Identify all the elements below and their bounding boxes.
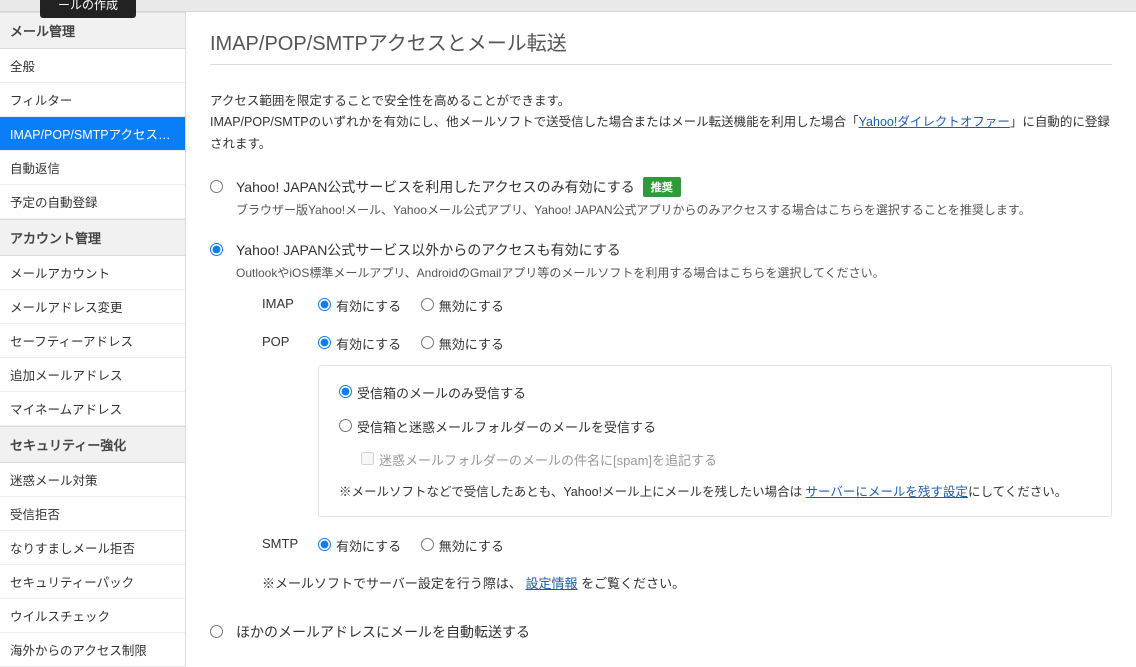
sidebar: メール管理 全般 フィルター IMAP/POP/SMTPアクセス… 自動返信 予…: [0, 12, 185, 667]
option-official-only: Yahoo! JAPAN公式サービスを利用したアクセスのみ有効にする 推奨 ブラ…: [210, 177, 1112, 218]
intro-line2: IMAP/POP/SMTPのいずれかを有効にし、他メールソフトで送受信した場合ま…: [210, 112, 1112, 155]
nav-mail-account[interactable]: メールアカウント: [0, 256, 185, 290]
option-external-allowed: Yahoo! JAPAN公式サービス以外からのアクセスも有効にする Outloo…: [210, 240, 1112, 592]
section-security: セキュリティー強化: [0, 426, 185, 463]
nav-filter[interactable]: フィルター: [0, 83, 185, 117]
nav-block[interactable]: 受信拒否: [0, 497, 185, 531]
nav-myname-address[interactable]: マイネームアドレス: [0, 392, 185, 426]
radio-forward[interactable]: [210, 625, 223, 638]
nav-autoreply[interactable]: 自動返信: [0, 151, 185, 185]
pop-disable[interactable]: 無効にする: [421, 337, 504, 352]
nav-security-pack[interactable]: セキュリティーパック: [0, 565, 185, 599]
label-imap: IMAP: [262, 295, 318, 311]
recommended-badge: 推奨: [643, 177, 681, 197]
opt1-title: Yahoo! JAPAN公式サービスを利用したアクセスのみ有効にする: [236, 177, 635, 197]
top-bar: [0, 0, 1136, 12]
pop-spam-tag[interactable]: 迷惑メールフォルダーのメールの件名に[spam]を追記する: [361, 453, 717, 468]
page-title: IMAP/POP/SMTPアクセスとメール転送: [210, 27, 1112, 65]
server-settings-note: ※メールソフトでサーバー設定を行う際は、 設定情報 をご覧ください。: [262, 573, 1112, 592]
imap-enable[interactable]: 有効にする: [318, 299, 401, 314]
radio-external-allowed[interactable]: [210, 243, 223, 256]
intro-text: アクセス範囲を限定することで安全性を高めることができます。 IMAP/POP/S…: [210, 91, 1112, 155]
smtp-enable[interactable]: 有効にする: [318, 539, 401, 554]
pop-inbox-only[interactable]: 受信箱のメールのみ受信する: [339, 386, 526, 401]
pop-options-box: 受信箱のメールのみ受信する 受信箱と迷惑メールフォルダーのメールを受信する 迷惑…: [318, 365, 1112, 517]
opt2-title: Yahoo! JAPAN公式サービス以外からのアクセスも有効にする: [236, 240, 621, 260]
nav-overseas-block[interactable]: 海外からのアクセス制限: [0, 633, 185, 667]
row-imap: IMAP 有効にする 無効にする: [262, 295, 1112, 315]
pop-note: ※メールソフトなどで受信したあとも、Yahoo!メール上にメールを残したい場合は…: [339, 481, 1091, 500]
main-content: IMAP/POP/SMTPアクセスとメール転送 アクセス範囲を限定することで安全…: [185, 12, 1136, 667]
row-smtp: SMTP 有効にする 無効にする: [262, 535, 1112, 555]
row-pop: POP 有効にする 無効にする 受信箱のメールのみ受信する 受信箱と迷惑メールフ…: [262, 333, 1112, 517]
opt3-title: ほかのメールアドレスにメールを自動転送する: [236, 622, 530, 642]
direct-offer-link[interactable]: Yahoo!ダイレクトオファー: [859, 115, 1010, 129]
opt2-desc: OutlookやiOS標準メールアプリ、AndroidのGmailアプリ等のメー…: [236, 264, 1112, 281]
nav-autoschedule[interactable]: 予定の自動登録: [0, 185, 185, 219]
label-pop: POP: [262, 333, 318, 349]
nav-virus-check[interactable]: ウイルスチェック: [0, 599, 185, 633]
nav-general[interactable]: 全般: [0, 49, 185, 83]
nav-safety-address[interactable]: セーフティーアドレス: [0, 324, 185, 358]
nav-spoof-block[interactable]: なりすましメール拒否: [0, 531, 185, 565]
imap-disable[interactable]: 無効にする: [421, 299, 504, 314]
settings-info-link[interactable]: 設定情報: [526, 576, 578, 591]
section-account-mgmt: アカウント管理: [0, 219, 185, 256]
pop-with-spam[interactable]: 受信箱と迷惑メールフォルダーのメールを受信する: [339, 420, 656, 435]
nav-extra-address[interactable]: 追加メールアドレス: [0, 358, 185, 392]
radio-official-only[interactable]: [210, 180, 223, 193]
opt1-desc: ブラウザー版Yahoo!メール、Yahooメール公式アプリ、Yahoo! JAP…: [236, 201, 1112, 218]
compose-button[interactable]: ールの作成: [40, 0, 136, 18]
pop-enable[interactable]: 有効にする: [318, 337, 401, 352]
label-smtp: SMTP: [262, 535, 318, 551]
intro-line1: アクセス範囲を限定することで安全性を高めることができます。: [210, 91, 1112, 112]
nav-change-address[interactable]: メールアドレス変更: [0, 290, 185, 324]
smtp-disable[interactable]: 無効にする: [421, 539, 504, 554]
leave-on-server-link[interactable]: サーバーにメールを残す設定: [806, 485, 968, 499]
nav-spam[interactable]: 迷惑メール対策: [0, 463, 185, 497]
nav-imap-pop-smtp[interactable]: IMAP/POP/SMTPアクセス…: [0, 117, 185, 151]
option-forward: ほかのメールアドレスにメールを自動転送する: [210, 622, 1112, 642]
